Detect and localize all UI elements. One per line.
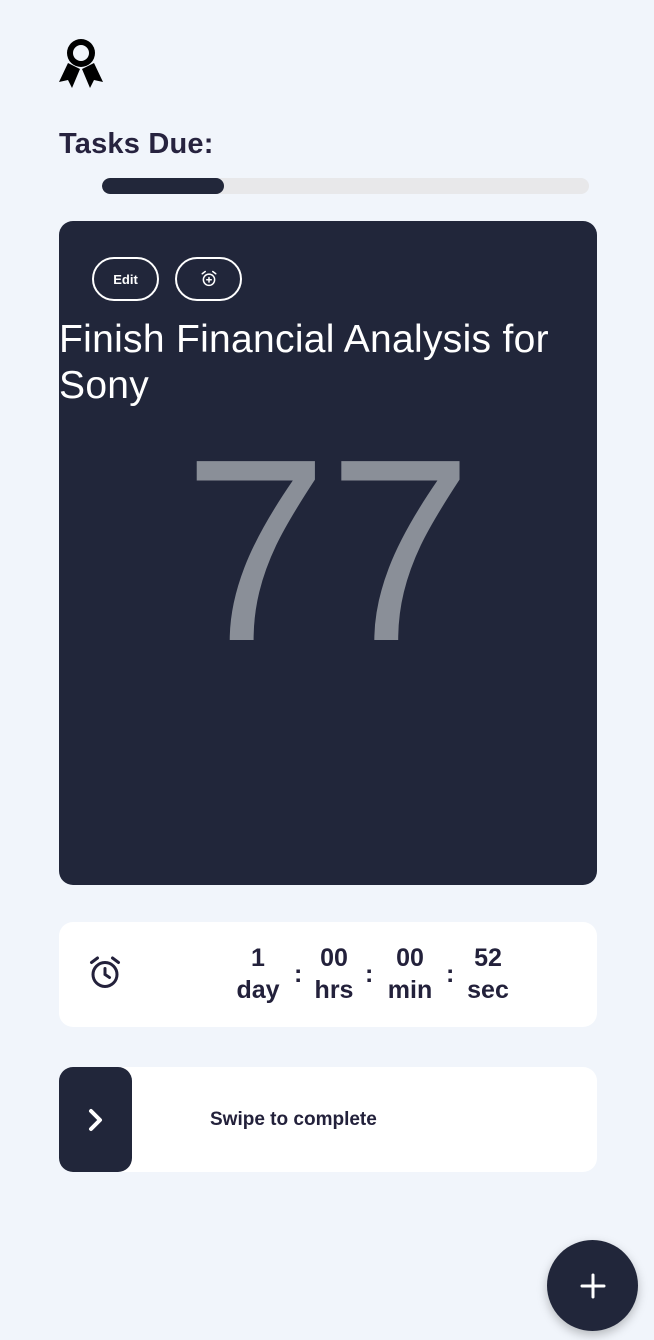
task-title: Finish Financial Analysis for Sony (59, 318, 549, 407)
countdown-minutes-value: 00 (396, 944, 424, 972)
countdown-minutes-label: min (387, 976, 433, 1004)
countdown-minutes: 00 min (381, 942, 439, 1006)
progress-bar (102, 178, 589, 194)
plus-icon (580, 1273, 605, 1298)
add-task-button[interactable] (547, 1240, 638, 1331)
alarm-clock-icon (90, 956, 120, 988)
task-card: Edit Finish Financial Analysis for Sony … (59, 221, 597, 885)
swipe-handle[interactable] (59, 1067, 132, 1172)
task-number: 77 (183, 406, 473, 696)
countdown-hours-value: 00 (320, 944, 348, 972)
alarm-add-icon (201, 270, 216, 287)
countdown-days-value: 1 (251, 944, 265, 972)
countdown-hours: 00 hrs (308, 942, 360, 1006)
countdown-hours-label: hrs (314, 976, 354, 1004)
add-alarm-button[interactable] (175, 257, 242, 301)
countdown-days-label: day (236, 976, 280, 1004)
countdown-days: 1 day (231, 942, 285, 1006)
countdown-separator: : (294, 960, 303, 988)
edit-button[interactable]: Edit (92, 257, 159, 301)
page-title: Tasks Due: (59, 128, 214, 160)
swipe-label: Swipe to complete (210, 1109, 377, 1130)
chevron-right-icon (88, 1108, 102, 1131)
countdown-seconds: 52 sec (461, 942, 515, 1006)
progress-bar-fill (102, 178, 224, 194)
countdown-seconds-label: sec (467, 976, 509, 1004)
countdown-card: 1 day : 00 hrs : 00 min : 52 sec (59, 922, 597, 1027)
countdown-separator: : (446, 960, 455, 988)
countdown-separator: : (365, 960, 374, 988)
countdown-seconds-value: 52 (474, 944, 502, 972)
award-ribbon-icon (59, 39, 103, 88)
swipe-to-complete-slider[interactable]: Swipe to complete (59, 1067, 597, 1172)
